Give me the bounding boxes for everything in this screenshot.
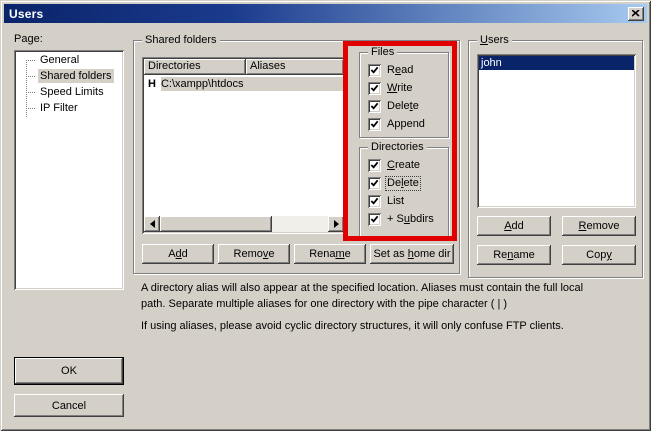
checkbox-label: Delete (386, 177, 420, 190)
checkbox-dirs-create[interactable]: Create (368, 156, 448, 174)
directories-group-label: Directories (368, 141, 427, 153)
button-label: Remove (579, 220, 620, 232)
button-label: Remove (234, 248, 275, 260)
tree-item-label: IP Filter (38, 101, 80, 115)
directory-path: C:\xampp\htdocs (161, 77, 344, 91)
checkbox-dirs-list[interactable]: List (368, 192, 448, 210)
user-list: john (477, 54, 636, 208)
directories-permissions-group: Directories Create Delete List + Subdirs (359, 147, 449, 237)
user-list-item-john[interactable]: john (479, 56, 634, 70)
tree-item-label: General (38, 53, 81, 67)
checkbox-label: Delete (386, 100, 420, 113)
close-icon (632, 10, 640, 17)
button-label: Set as home dir (373, 248, 450, 260)
remove-folder-button[interactable]: Remove (218, 244, 290, 264)
copy-user-button[interactable]: Copy (562, 245, 636, 265)
users-dialog: Users Page: General Shared folders Speed… (0, 0, 651, 431)
tree-item-label: Speed Limits (38, 85, 106, 99)
checkbox-checked-icon[interactable] (368, 64, 381, 77)
checkbox-label: Create (386, 159, 421, 172)
checkbox-label: Read (386, 64, 414, 77)
scroll-right-button[interactable] (328, 216, 344, 232)
tree-item-general[interactable]: General (16, 52, 122, 68)
close-button[interactable] (628, 7, 644, 21)
ok-button[interactable]: OK (14, 357, 124, 385)
scrollbar-track[interactable] (272, 216, 328, 232)
tree-item-label: Shared folders (38, 69, 114, 83)
checkbox-checked-icon[interactable] (368, 82, 381, 95)
scroll-left-icon (150, 220, 155, 228)
remove-user-button[interactable]: Remove (562, 216, 636, 236)
checkbox-checked-icon[interactable] (368, 100, 381, 113)
tree-item-ip-filter[interactable]: IP Filter (16, 100, 122, 116)
scroll-left-button[interactable] (144, 216, 160, 232)
window-title: Users (9, 7, 43, 21)
tree-stub (26, 60, 35, 61)
button-label: Add (168, 248, 188, 260)
rename-user-button[interactable]: Rename (477, 245, 551, 265)
checkbox-label: Write (386, 82, 413, 95)
checkbox-label: Append (386, 118, 426, 131)
checkbox-files-read[interactable]: Read (368, 61, 448, 79)
tree-item-speed-limits[interactable]: Speed Limits (16, 84, 122, 100)
scrollbar-thumb[interactable] (160, 216, 272, 232)
help-line: A directory alias will also appear at th… (141, 280, 646, 296)
shared-folders-group-label: Shared folders (142, 34, 220, 46)
column-header-directories[interactable]: Directories (144, 59, 246, 75)
button-label: Copy (586, 249, 612, 261)
help-line: If using aliases, please avoid cyclic di… (141, 318, 646, 334)
page-label: Page: (14, 33, 43, 45)
checkbox-checked-icon[interactable] (368, 177, 381, 190)
tree-item-shared-folders[interactable]: Shared folders (16, 68, 122, 84)
shared-folders-list: Directories Aliases H C:\xampp\htdocs (142, 57, 346, 234)
home-dir-flag: H (144, 78, 161, 90)
button-label: Rename (493, 249, 535, 261)
button-label: Cancel (52, 400, 86, 412)
checkbox-checked-icon[interactable] (368, 213, 381, 226)
button-label: Add (504, 220, 524, 232)
help-line: path. Separate multiple aliases for one … (141, 296, 646, 312)
tree-stub (26, 92, 35, 93)
title-bar[interactable]: Users (4, 4, 647, 23)
tree-stub (26, 76, 35, 77)
page-tree: General Shared folders Speed Limits IP F… (14, 50, 124, 290)
checkbox-checked-icon[interactable] (368, 159, 381, 172)
add-user-button[interactable]: Add (477, 216, 551, 236)
checkbox-checked-icon[interactable] (368, 118, 381, 131)
users-group: Users john Add Remove Rename Copy (468, 40, 643, 278)
checkbox-label: List (386, 195, 405, 208)
button-label: Rename (309, 248, 351, 260)
list-header: Directories Aliases (144, 59, 344, 75)
rename-folder-button[interactable]: Rename (294, 244, 366, 264)
add-folder-button[interactable]: Add (142, 244, 214, 264)
cancel-button[interactable]: Cancel (14, 394, 124, 417)
set-home-dir-button[interactable]: Set as home dir (370, 244, 454, 264)
checkbox-files-append[interactable]: Append (368, 115, 448, 133)
checkbox-dirs-subdirs[interactable]: + Subdirs (368, 210, 448, 228)
checkbox-files-write[interactable]: Write (368, 79, 448, 97)
horizontal-scrollbar[interactable] (144, 216, 344, 232)
checkbox-dirs-delete[interactable]: Delete (368, 174, 448, 192)
column-header-aliases[interactable]: Aliases (246, 59, 344, 75)
shared-folders-group: Shared folders Directories Aliases H C:\… (133, 40, 460, 274)
shared-folder-row[interactable]: H C:\xampp\htdocs (144, 76, 344, 91)
users-group-label: Users (477, 34, 512, 46)
tree-stub (26, 108, 35, 109)
files-group-label: Files (368, 46, 397, 58)
checkbox-files-delete[interactable]: Delete (368, 97, 448, 115)
alias-help-text: A directory alias will also appear at th… (141, 280, 646, 334)
checkbox-checked-icon[interactable] (368, 195, 381, 208)
scroll-right-icon (334, 220, 339, 228)
button-label: OK (61, 365, 77, 377)
checkbox-label: + Subdirs (386, 213, 435, 226)
files-permissions-group: Files Read Write Delete Append (359, 52, 449, 138)
